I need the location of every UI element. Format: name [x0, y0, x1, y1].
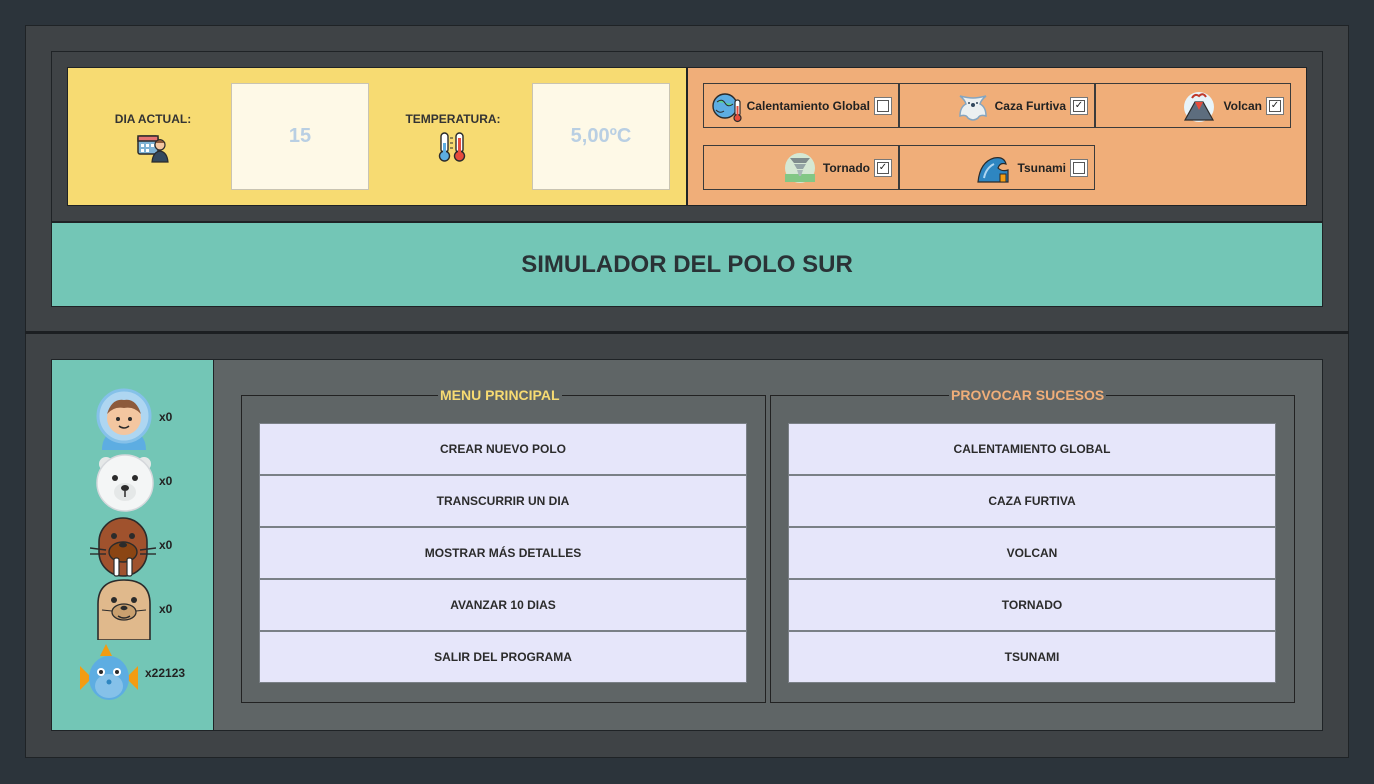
- transcurrir-un-dia-button[interactable]: TRANSCURRIR UN DIA: [259, 475, 747, 527]
- calentamiento-global-button[interactable]: CALENTAMIENTO GLOBAL: [788, 423, 1276, 475]
- fish-icon: [78, 640, 140, 706]
- event-caza-furtiva: Caza Furtiva ✓: [899, 83, 1095, 128]
- provocar-sucesos-group: PROVOCAR SUCESOS CALENTAMIENTO GLOBAL CA…: [770, 387, 1295, 703]
- event-calentamiento-global: Calentamiento Global: [703, 83, 899, 128]
- seal-icon: [96, 578, 152, 641]
- calentamiento-checkbox[interactable]: [874, 96, 892, 115]
- fish-count: x22123: [145, 666, 186, 680]
- crear-nuevo-polo-button[interactable]: CREAR NUEVO POLO: [259, 423, 747, 475]
- polar-bear-skin-icon: [956, 90, 990, 129]
- checkbox-box: [877, 99, 889, 112]
- provocar-sucesos-title: PROVOCAR SUCESOS: [949, 387, 1107, 403]
- tornado-icon: [784, 152, 816, 189]
- walrus-count: x0: [159, 538, 173, 552]
- seal-count: x0: [159, 602, 173, 616]
- page-title: SIMULADOR DEL POLO SUR: [521, 250, 853, 278]
- menu-principal-group: MENU PRINCIPAL CREAR NUEVO POLO TRANSCUR…: [241, 387, 766, 703]
- event-tornado: Tornado ✓: [703, 145, 899, 190]
- checkmark-icon: ✓: [877, 161, 889, 174]
- event-label: Volcan: [1223, 98, 1262, 113]
- globe-melting-icon: [710, 90, 744, 129]
- polar-bear-count: x0: [159, 474, 173, 488]
- avanzar-10-dias-button[interactable]: AVANZAR 10 DIAS: [259, 579, 747, 631]
- event-label: Caza Furtiva: [994, 98, 1066, 113]
- status-panel: DIA ACTUAL: 15 TEMPERATURA: 5,00ºC: [67, 67, 687, 206]
- volcan-button[interactable]: VOLCAN: [788, 527, 1276, 579]
- eskimo-count: x0: [159, 410, 173, 424]
- volcan-checkbox[interactable]: ✓: [1266, 96, 1284, 115]
- title-bar: SIMULADOR DEL POLO SUR: [51, 222, 1323, 307]
- wave-icon: [976, 152, 1010, 191]
- divider: [25, 331, 1349, 334]
- day-label: DIA ACTUAL:: [114, 112, 192, 126]
- event-tsunami: Tsunami: [899, 145, 1095, 190]
- mostrar-mas-detalles-button[interactable]: MOSTRAR MÁS DETALLES: [259, 527, 747, 579]
- checkmark-icon: ✓: [1269, 99, 1281, 112]
- day-value: 15: [231, 83, 369, 190]
- walrus-icon: [89, 514, 157, 580]
- caza-furtiva-button[interactable]: CAZA FURTIVA: [788, 475, 1276, 527]
- animals-panel: x0 x0 x0 x0 x22123: [51, 359, 214, 731]
- temperature-value: 5,00ºC: [532, 83, 670, 190]
- caza-furtiva-checkbox[interactable]: ✓: [1070, 96, 1088, 115]
- polar-bear-icon: [94, 452, 156, 512]
- salir-del-programa-button[interactable]: SALIR DEL PROGRAMA: [259, 631, 747, 683]
- event-label: Tornado: [822, 160, 870, 175]
- menu-principal-title: MENU PRINCIPAL: [438, 387, 562, 403]
- checkmark-icon: ✓: [1073, 99, 1085, 112]
- calendar-person-icon: [136, 130, 170, 164]
- tornado-checkbox[interactable]: ✓: [874, 158, 892, 177]
- checkbox-box: [1073, 161, 1085, 174]
- tsunami-checkbox[interactable]: [1070, 158, 1088, 177]
- volcano-icon: [1182, 90, 1216, 129]
- tornado-button[interactable]: TORNADO: [788, 579, 1276, 631]
- events-panel: Calentamiento Global Caza Furtiva ✓ Volc…: [687, 67, 1307, 206]
- event-label: Calentamiento Global: [746, 98, 870, 113]
- event-volcan: Volcan ✓: [1095, 83, 1291, 128]
- temperature-label: TEMPERATURA:: [405, 112, 501, 126]
- thermometer-icon: [436, 130, 470, 164]
- eskimo-icon: [96, 386, 152, 450]
- tsunami-button[interactable]: TSUNAMI: [788, 631, 1276, 683]
- event-label: Tsunami: [1017, 160, 1066, 175]
